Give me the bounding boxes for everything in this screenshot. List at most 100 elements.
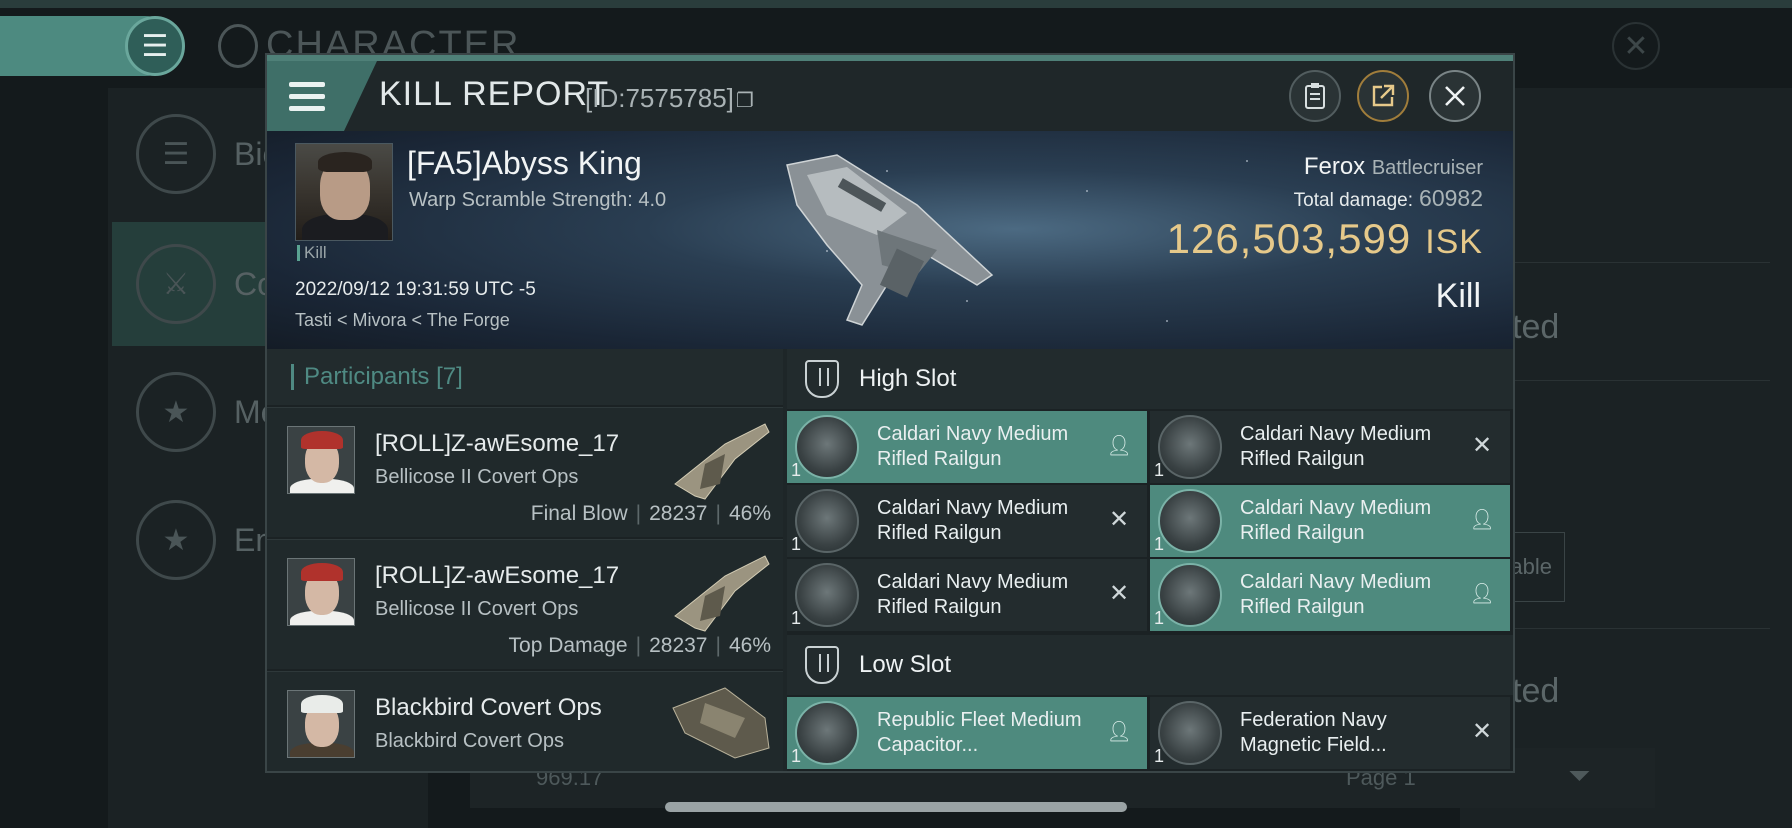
ship-image — [672, 687, 770, 759]
victim-subtitle: Warp Scramble Strength: 4.0 — [409, 189, 667, 211]
participants-header: Participants [7] — [267, 349, 783, 405]
x-icon: ✕ — [1108, 505, 1130, 533]
participants-title: Participants — [304, 363, 430, 390]
railgun-icon: 1 — [1154, 415, 1222, 480]
participant-row[interactable]: Blackbird Covert Ops Blackbird Covert Op… — [267, 671, 783, 771]
module-slot[interactable]: 1 Republic Fleet Medium Capacitor... 👤︎ — [787, 697, 1147, 769]
participant-tag: Final Blow — [530, 502, 628, 525]
fitting-panel: High Slot 1 Caldari Navy Medium Rifled R… — [787, 349, 1513, 773]
participant-ship: Blackbird Covert Ops — [375, 730, 564, 752]
module-name: Caldari Navy Medium Rifled Railgun — [1240, 571, 1432, 618]
module-slot[interactable]: 1 Caldari Navy Medium Rifled Railgun ✕ — [787, 559, 1147, 631]
character-icon — [218, 24, 258, 68]
module-slot[interactable] — [787, 771, 1147, 773]
kill-datetime: 2022/09/12 19:31:59 UTC -5 — [295, 279, 536, 300]
button-label: able — [1510, 554, 1552, 579]
module-name: Federation Navy Magnetic Field... — [1240, 709, 1387, 756]
module-quantity: 1 — [791, 460, 802, 480]
module-quantity: 1 — [1154, 608, 1165, 628]
participant-tag: Top Damage — [508, 634, 628, 657]
person-icon: 👤︎ — [1469, 508, 1495, 531]
participants-count: [7] — [436, 363, 463, 390]
total-damage-label: Total damage: — [1293, 190, 1414, 211]
total-damage-value: 60982 — [1419, 185, 1483, 211]
hamburger-icon[interactable] — [289, 71, 339, 121]
module-slot[interactable]: 1 Caldari Navy Medium Rifled Railgun ✕ — [787, 485, 1147, 557]
railgun-icon: 1 — [1154, 563, 1222, 628]
scroll-indicator[interactable] — [665, 802, 1127, 812]
participant-ship: Bellicose II Covert Ops — [375, 466, 579, 488]
avatar — [287, 558, 355, 626]
ship-image — [674, 423, 770, 500]
right-text: ted — [1512, 672, 1560, 710]
participant-name: Blackbird Covert Ops — [375, 694, 602, 721]
divider — [1470, 380, 1770, 381]
filter-icon[interactable]: ⏷ — [1568, 760, 1590, 793]
participant-ship: Bellicose II Covert Ops — [375, 598, 579, 620]
participant-row[interactable]: [ROLL]Z-awEsome_17 Bellicose II Covert O… — [267, 539, 783, 669]
close-icon[interactable]: ✕ — [1612, 22, 1660, 70]
top-bar — [0, 0, 1792, 8]
x-icon: ✕ — [1471, 431, 1493, 459]
participant-stats: Top Damage | 28237 | 46% — [508, 634, 771, 657]
module-name: Caldari Navy Medium Rifled Railgun — [877, 497, 1069, 544]
module-quantity: 1 — [791, 746, 802, 766]
module-name: Caldari Navy Medium Rifled Railgun — [1240, 423, 1432, 470]
module-name: Caldari Navy Medium Rifled Railgun — [1240, 497, 1432, 544]
isk-amount: 126,503,599 — [1166, 215, 1412, 262]
isk-value: 126,503,599 ISK — [1167, 215, 1483, 263]
copy-icon[interactable]: ❐ — [736, 90, 754, 112]
ship-type[interactable]: Ferox Battlecruiser — [1304, 153, 1483, 181]
star-icon: ★ — [136, 372, 216, 452]
dialog-header: KILL REPORT [ID:7575785] ❐ — [267, 61, 1513, 131]
total-damage: Total damage: 60982 — [1294, 185, 1483, 212]
module-slot[interactable]: 1 Caldari Navy Medium Rifled Railgun 👤︎ — [1150, 485, 1510, 557]
module-slot[interactable] — [1150, 771, 1510, 773]
high-slot-title: High Slot — [859, 365, 957, 392]
close-icon[interactable] — [1429, 70, 1481, 122]
kill-tag: Kill — [297, 244, 327, 261]
result-label: Kill — [1435, 277, 1481, 315]
hamburger-icon[interactable]: ☰ — [125, 16, 185, 76]
hamburger-icon: ☰ — [136, 114, 216, 194]
magnetic-field-icon: 1 — [1154, 701, 1222, 766]
x-icon: ✕ — [1108, 579, 1130, 607]
victim-name[interactable]: [FA5]Abyss King — [407, 145, 642, 182]
participant-percent: 46% — [728, 634, 771, 657]
kill-banner: [FA5]Abyss King Warp Scramble Strength: … — [267, 131, 1513, 349]
high-slot-icon — [805, 360, 839, 398]
module-slot[interactable]: 1 Caldari Navy Medium Rifled Railgun ✕ — [1150, 411, 1510, 483]
participant-row[interactable]: [ROLL]Z-awEsome_17 Bellicose II Covert O… — [267, 407, 783, 537]
isk-unit: ISK — [1425, 223, 1483, 261]
clipboard-icon[interactable] — [1289, 70, 1341, 122]
kill-location[interactable]: Tasti < Mivora < The Forge — [295, 310, 510, 331]
railgun-icon: 1 — [791, 563, 859, 628]
share-icon[interactable] — [1357, 70, 1409, 122]
module-slot[interactable]: 1 Caldari Navy Medium Rifled Railgun 👤︎ — [787, 411, 1147, 483]
participant-damage: 28237 — [649, 634, 708, 657]
participant-name: [ROLL]Z-awEsome_17 — [375, 562, 620, 589]
module-quantity: 1 — [791, 608, 802, 628]
low-slot-icon — [805, 646, 839, 684]
x-icon: ✕ — [1471, 717, 1493, 745]
module-slot[interactable]: 1 Caldari Navy Medium Rifled Railgun 👤︎ — [1150, 559, 1510, 631]
kill-report-dialog: KILL REPORT [ID:7575785] ❐ [FA5]Abyss Kin… — [265, 53, 1515, 773]
ship-image — [786, 154, 994, 326]
crossed-swords-icon: ⚔ — [136, 244, 216, 324]
right-text: ted — [1512, 308, 1560, 346]
module-slot[interactable]: 1 Federation Navy Magnetic Field... ✕ — [1150, 697, 1510, 769]
person-icon: 👤︎ — [1106, 720, 1132, 743]
person-icon: 👤︎ — [1106, 434, 1132, 457]
divider — [1470, 628, 1770, 629]
railgun-icon: 1 — [1154, 489, 1222, 554]
low-slot-title: Low Slot — [859, 651, 952, 678]
module-quantity: 1 — [1154, 746, 1165, 766]
module-name: Caldari Navy Medium Rifled Railgun — [877, 571, 1069, 618]
module-name: Republic Fleet Medium Capacitor... — [877, 709, 1082, 756]
participant-damage: 28237 — [649, 502, 708, 525]
kill-id[interactable]: [ID:7575785] ❐ — [585, 83, 754, 114]
ship-image — [674, 555, 770, 632]
divider — [1470, 262, 1770, 263]
participant-stats: Final Blow | 28237 | 46% — [530, 502, 771, 525]
avatar[interactable] — [295, 143, 393, 241]
